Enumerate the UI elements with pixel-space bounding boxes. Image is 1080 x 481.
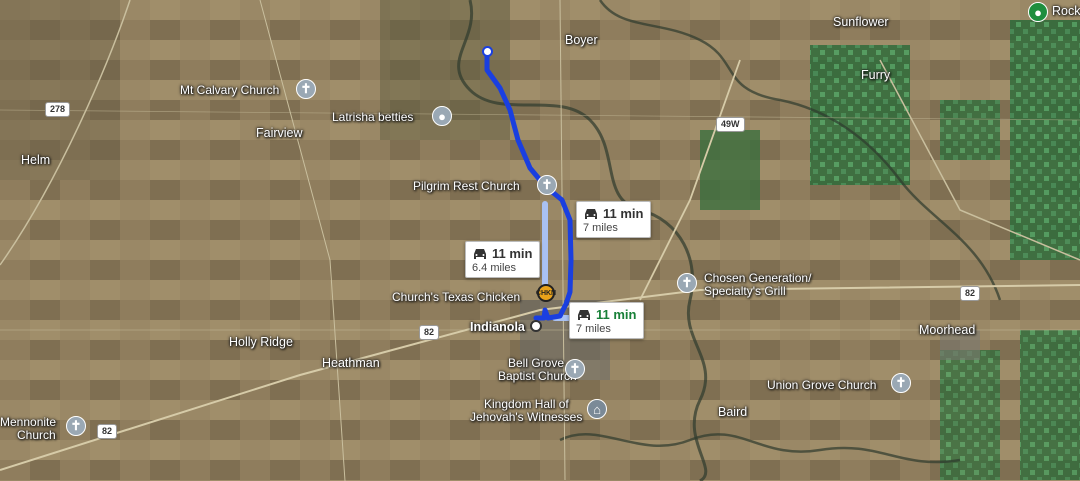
place-label-rock[interactable]: Rock [1052,4,1080,18]
chicken-logo-icon[interactable]: CHKN [536,284,556,302]
place-label-furry[interactable]: Furry [861,68,890,82]
place-label-moorhead[interactable]: Moorhead [919,323,975,337]
church-icon[interactable]: ✝ [537,175,557,195]
poi-label-churchs-chicken[interactable]: Church's Texas Chicken [392,290,520,304]
route-time: 11 min [603,206,644,221]
poi-label-union-grove[interactable]: Union Grove Church [767,378,876,392]
poi-label-chosen-generation-line2[interactable]: Specialty's Grill [704,284,786,298]
route-distance: 7 miles [583,222,618,234]
place-label-boyer[interactable]: Boyer [565,33,598,47]
map-pin-icon[interactable]: ● [432,106,452,126]
highway-278-shield: 278 [45,102,71,117]
map-pin-icon[interactable]: ● [1028,2,1048,22]
poi-label-mennonite[interactable]: Mennonite [0,415,56,429]
poi-label-mt-calvary[interactable]: Mt Calvary Church [180,83,279,97]
poi-label-chosen-generation[interactable]: Chosen Generation/ [704,271,811,285]
route-callout-1[interactable]: 11 min 7 miles [576,201,652,238]
church-icon[interactable]: ✝ [677,273,697,293]
highway-82-shield: 82 [419,325,440,340]
route-time-selected: 11 min [596,307,637,322]
church-icon[interactable]: ✝ [565,359,585,379]
poi-label-kingdom-hall[interactable]: Kingdom Hall of [484,397,569,411]
place-label-holly-ridge[interactable]: Holly Ridge [229,335,293,349]
highway-49w-shield: 49W [716,117,745,132]
place-label-baird[interactable]: Baird [718,405,747,419]
route-time: 11 min [492,246,533,261]
church-icon[interactable]: ✝ [296,79,316,99]
route-distance: 7 miles [576,323,611,335]
highway-82-shield: 82 [960,286,981,301]
poi-label-mennonite-line2[interactable]: Church [17,428,56,442]
car-icon [474,248,486,259]
place-label-sunflower[interactable]: Sunflower [833,15,889,29]
place-label-fairview[interactable]: Fairview [256,126,303,140]
route-callout-2[interactable]: 11 min 6.4 miles [465,241,541,278]
route-callout-3[interactable]: 11 min 7 miles [569,302,645,339]
kingdom-hall-icon[interactable]: ⌂ [587,399,607,419]
route-start-marker[interactable] [482,46,493,57]
route-distance: 6.4 miles [472,262,517,274]
place-label-helm[interactable]: Helm [21,153,50,167]
car-icon [585,208,597,219]
indianola-marker[interactable] [530,320,542,332]
place-label-heathman[interactable]: Heathman [322,356,380,370]
church-icon[interactable]: ✝ [891,373,911,393]
poi-label-kingdom-hall-line2[interactable]: Jehovah's Witnesses [470,410,582,424]
poi-label-latrisha[interactable]: Latrisha betties [332,110,413,124]
church-icon[interactable]: ✝ [66,416,86,436]
poi-label-bell-grove[interactable]: Bell Grove [508,356,564,370]
car-icon [578,309,590,320]
place-label-indianola[interactable]: Indianola [470,320,525,334]
highway-82-shield: 82 [97,424,118,439]
poi-label-pilgrim-rest[interactable]: Pilgrim Rest Church [413,179,520,193]
satellite-map[interactable]: 11 min 7 miles 11 min 6.4 miles 11 min 7… [0,0,1080,481]
